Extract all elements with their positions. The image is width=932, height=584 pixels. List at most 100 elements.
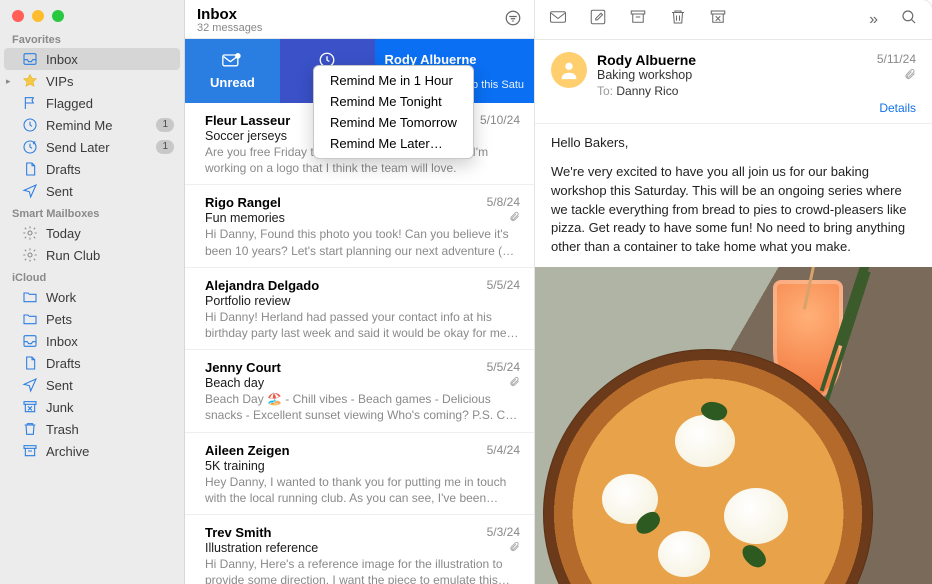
trash-icon[interactable] [669,8,687,31]
message-preview: Beach Day 🏖️ - Chill vibes - Beach games… [205,391,520,423]
card-unread[interactable]: Unread [185,39,280,103]
gear-icon [22,247,38,263]
more-icon[interactable]: » [869,11,878,29]
clock-icon [22,117,38,133]
archive-icon[interactable] [629,8,647,31]
list-header: Inbox 32 messages [185,0,534,39]
context-menu-item[interactable]: Remind Me Tonight [314,91,473,112]
context-menu-item[interactable]: Remind Me Tomorrow [314,112,473,133]
attachment-icon [509,376,520,390]
message-sender: Rigo Rangel [205,195,487,210]
sidebar-item-flagged[interactable]: Flagged [0,92,184,114]
remind-context-menu: Remind Me in 1 HourRemind Me TonightRemi… [313,65,474,159]
message-date: 5/10/24 [480,113,520,128]
message-preview: Hey Danny, I wanted to thank you for put… [205,474,520,506]
zoom-window[interactable] [52,10,64,22]
message-subject: 5K training [205,459,265,473]
chevron-right-icon[interactable]: ▸ [6,76,11,87]
email-image [535,267,932,584]
xmark-bin-icon [22,399,38,415]
sidebar-item-archive[interactable]: Archive [0,440,184,462]
reader-sender: Rody Albuerne [597,52,867,68]
sidebar-item-label: Drafts [46,162,81,177]
avatar[interactable] [551,52,587,88]
sidebar-item-label: Today [46,226,81,241]
message-date: 5/3/24 [487,525,520,540]
message-row[interactable]: Rigo Rangel5/8/24 Fun memoriesHi Danny, F… [185,185,534,267]
star-icon [22,73,38,89]
context-menu-item[interactable]: Remind Me in 1 Hour [314,70,473,91]
mailbox-count: 32 messages [197,22,262,34]
clock-arrow-icon [22,139,38,155]
reader-pane: » Rody Albuerne Baking workshop To: Dann… [535,0,932,584]
sidebar-badge: 1 [156,140,174,154]
sidebar-item-label: Flagged [46,96,93,111]
sidebar: Favorites Inbox▸VIPsFlaggedRemind Me1Sen… [0,0,185,584]
mailbox-title: Inbox [197,6,262,23]
reader-date: 5/11/24 [877,52,916,66]
paperplane-icon [22,183,38,199]
sidebar-item-drafts[interactable]: Drafts [0,158,184,180]
body-text: We're very excited to have you all join … [551,163,916,257]
sidebar-item-sent[interactable]: Sent [0,180,184,202]
sidebar-item-trash[interactable]: Trash [0,418,184,440]
sidebar-item-drafts[interactable]: Drafts [0,352,184,374]
sidebar-item-label: Junk [46,400,73,415]
sidebar-item-inbox[interactable]: Inbox [0,330,184,352]
sidebar-item-label: Trash [46,422,79,437]
message-row[interactable]: Jenny Court5/5/24Beach dayBeach Day 🏖️ -… [185,350,534,432]
body-greeting: Hello Bakers, [551,134,916,153]
sidebar-item-label: Inbox [46,52,78,67]
minimize-window[interactable] [32,10,44,22]
sidebar-item-label: Inbox [46,334,78,349]
sidebar-item-run-club[interactable]: Run Club [0,244,184,266]
doc-icon [22,161,38,177]
message-list[interactable]: Fleur Lasseur5/10/24Soccer jerseysAre yo… [185,103,534,584]
sidebar-section-icloud: iCloud [0,266,184,286]
message-preview: Hi Danny, Found this photo you took! Can… [205,226,520,258]
top-cards: Unread Rem Rody Albuerne shop We're very… [185,39,534,103]
search-icon[interactable] [900,8,918,31]
message-subject: Portfolio review [205,294,290,308]
filter-icon[interactable] [504,9,522,32]
sidebar-item-label: Work [46,290,76,305]
tray-icon [22,333,38,349]
message-date: 5/5/24 [487,278,520,293]
envelope-badge-icon [222,52,242,73]
sidebar-badge: 1 [156,118,174,132]
sidebar-item-label: VIPs [46,74,73,89]
message-subject: Fun memories [205,211,285,225]
reader-toolbar: » [535,0,932,40]
junk-icon[interactable] [709,8,727,31]
sidebar-item-pets[interactable]: Pets [0,308,184,330]
details-link[interactable]: Details [877,101,916,115]
envelope-icon[interactable] [549,8,567,31]
window-controls [0,0,184,28]
sidebar-item-inbox[interactable]: Inbox [4,48,180,70]
message-subject: Beach day [205,376,264,390]
message-date: 5/8/24 [487,195,520,210]
attachment-icon [877,68,916,83]
attachment-icon [509,211,520,225]
message-preview: Hi Danny, Here's a reference image for t… [205,556,520,584]
tray-icon [22,51,38,67]
message-date: 5/4/24 [487,443,520,458]
sidebar-item-remind-me[interactable]: Remind Me1 [0,114,184,136]
sidebar-item-label: Sent [46,378,73,393]
sidebar-item-junk[interactable]: Junk [0,396,184,418]
sidebar-item-today[interactable]: Today [0,222,184,244]
sidebar-item-vips[interactable]: ▸ VIPs [0,70,184,92]
compose-icon[interactable] [589,8,607,31]
context-menu-item[interactable]: Remind Me Later… [314,133,473,154]
sidebar-item-send-later[interactable]: Send Later1 [0,136,184,158]
message-row[interactable]: Trev Smith5/3/24Illustration referenceHi… [185,515,534,584]
doc-icon [22,355,38,371]
message-preview: Hi Danny! Herland had passed your contac… [205,309,520,341]
message-row[interactable]: Aileen Zeigen5/4/24 5K trainingHey Danny,… [185,433,534,515]
message-sender: Aileen Zeigen [205,443,487,458]
message-row[interactable]: Alejandra Delgado5/5/24Portfolio reviewH… [185,268,534,350]
close-window[interactable] [12,10,24,22]
sidebar-item-work[interactable]: Work [0,286,184,308]
message-date: 5/5/24 [487,360,520,375]
sidebar-item-sent[interactable]: Sent [0,374,184,396]
